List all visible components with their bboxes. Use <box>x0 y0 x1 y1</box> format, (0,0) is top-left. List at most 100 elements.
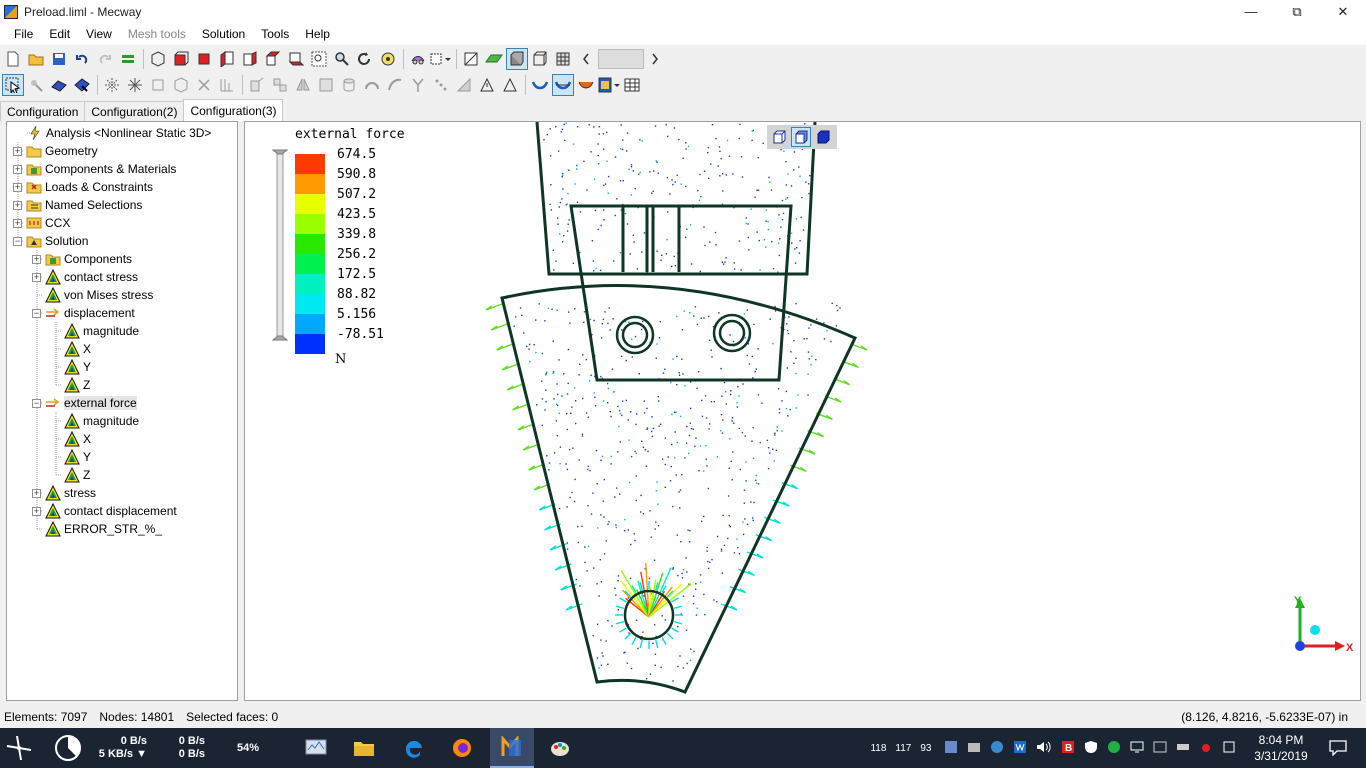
mecway-taskbar-app[interactable] <box>490 728 534 768</box>
cube-icon[interactable] <box>170 74 192 96</box>
edge-browser-app-icon[interactable] <box>394 728 434 768</box>
display-wireframe-icon[interactable] <box>529 48 551 70</box>
expand-icon[interactable]: + <box>32 488 41 498</box>
film-strip-dropdown-icon[interactable] <box>598 74 620 96</box>
tree-ext-y[interactable]: Y <box>64 448 91 466</box>
tree-solution[interactable]: − Solution <box>13 232 88 250</box>
tree-geometry[interactable]: + Geometry <box>13 142 98 160</box>
tree-disp-z[interactable]: Z <box>64 376 90 394</box>
tree-disp-y[interactable]: Y <box>64 358 91 376</box>
tree-external-force[interactable]: − external force <box>32 394 137 412</box>
mesh-tool-9-icon[interactable] <box>453 74 475 96</box>
revolve-icon[interactable] <box>361 74 383 96</box>
tree-disp-x[interactable]: X <box>64 340 91 358</box>
table-icon[interactable] <box>621 74 643 96</box>
select-face-icon[interactable] <box>48 74 70 96</box>
refine-icon[interactable] <box>216 74 238 96</box>
view-iso-icon[interactable] <box>147 48 169 70</box>
paint-app-icon[interactable] <box>540 728 580 768</box>
view-front-icon[interactable] <box>170 48 192 70</box>
menu-view[interactable]: View <box>78 27 120 41</box>
menu-solution[interactable]: Solution <box>194 27 253 41</box>
legend-slider[interactable] <box>271 148 289 344</box>
scroll-right-icon[interactable] <box>644 48 666 70</box>
view-wire-cube-icon[interactable] <box>769 127 789 147</box>
triangle-icon[interactable] <box>499 74 521 96</box>
tree-named-selections[interactable]: + Named Selections <box>13 196 142 214</box>
view-top-icon[interactable] <box>262 48 284 70</box>
mesh-tool-4-icon[interactable] <box>315 74 337 96</box>
display-mesh-icon[interactable] <box>552 48 574 70</box>
tab-configuration-2[interactable]: Configuration(2) <box>84 101 185 121</box>
menu-file[interactable]: File <box>6 27 41 41</box>
select-mode-dropdown-icon[interactable] <box>430 48 452 70</box>
expand-icon[interactable]: + <box>32 254 41 264</box>
expand-icon[interactable]: + <box>13 218 22 228</box>
delete-x-icon[interactable] <box>193 74 215 96</box>
open-folder-icon[interactable] <box>25 48 47 70</box>
expand-icon[interactable]: + <box>13 200 22 210</box>
tray-monitor-icon[interactable] <box>1130 740 1144 757</box>
collapse-icon[interactable]: − <box>13 236 22 246</box>
save-icon[interactable] <box>48 48 70 70</box>
expand-icon[interactable]: + <box>32 272 41 282</box>
tree-von-mises[interactable]: von Mises stress <box>45 286 153 304</box>
points-icon[interactable] <box>430 74 452 96</box>
collapse-icon[interactable]: − <box>32 308 41 318</box>
tree-ext-x[interactable]: X <box>64 430 91 448</box>
triangle-warning-icon[interactable] <box>476 74 498 96</box>
tray-app-icon[interactable] <box>944 740 958 757</box>
tree-ext-magnitude[interactable]: magnitude <box>64 412 139 430</box>
display-surface-icon[interactable] <box>483 48 505 70</box>
notification-icon[interactable] <box>1318 728 1358 768</box>
tray-green-check-icon[interactable] <box>1107 740 1121 757</box>
tray-b-icon[interactable]: B <box>1061 740 1075 757</box>
security-shield-icon[interactable] <box>1084 740 1098 757</box>
tree-ext-z[interactable]: Z <box>64 466 90 484</box>
mesh-tool-1-icon[interactable] <box>246 74 268 96</box>
tray-bug-icon[interactable] <box>1199 740 1213 757</box>
view-left-icon[interactable] <box>216 48 238 70</box>
zoom-box-icon[interactable] <box>308 48 330 70</box>
menu-edit[interactable]: Edit <box>41 27 78 41</box>
tab-configuration-1[interactable]: Configuration <box>0 101 86 121</box>
scroll-left-icon[interactable] <box>575 48 597 70</box>
tree-components-materials[interactable]: + Components & Materials <box>13 160 176 178</box>
mesh-view-icon[interactable] <box>407 48 429 70</box>
restore-button[interactable]: ⧉ <box>1274 0 1320 23</box>
shrink-icon[interactable] <box>124 74 146 96</box>
tree-stress[interactable]: + stress <box>32 484 96 502</box>
tray-drive-icon[interactable] <box>967 740 981 757</box>
expand-icon[interactable]: + <box>13 164 22 174</box>
view-right-icon[interactable] <box>239 48 261 70</box>
tray-network-icon[interactable] <box>990 740 1004 757</box>
tree-ccx[interactable]: + CCX <box>13 214 70 232</box>
redo-icon[interactable] <box>94 48 116 70</box>
taskbar-clock[interactable]: 8:04 PM 3/31/2019 <box>1246 728 1316 768</box>
tree-contact-stress[interactable]: + contact stress <box>32 268 138 286</box>
tree-solution-components[interactable]: + Components <box>32 250 132 268</box>
select-arrow-icon[interactable] <box>2 74 24 96</box>
expand-icon[interactable]: + <box>32 506 41 516</box>
cpu-gauge-icon[interactable] <box>52 728 84 768</box>
mesh-tool-2-icon[interactable] <box>269 74 291 96</box>
cylinder-icon[interactable] <box>338 74 360 96</box>
deformed-shape-icon[interactable] <box>529 74 551 96</box>
tree-loads-constraints[interactable]: + Loads & Constraints <box>13 178 153 196</box>
new-file-icon[interactable] <box>2 48 24 70</box>
task-manager-app-icon[interactable] <box>296 728 336 768</box>
mirror-icon[interactable] <box>292 74 314 96</box>
split-icon[interactable] <box>407 74 429 96</box>
model-tree[interactable]: Analysis <Nonlinear Static 3D> + Geometr… <box>6 121 238 701</box>
zoom-fit-icon[interactable] <box>377 48 399 70</box>
fe-model-graphic[interactable] <box>245 122 1361 701</box>
rotate-icon[interactable] <box>354 48 376 70</box>
select-node-icon[interactable] <box>25 74 47 96</box>
tree-contact-displacement[interactable]: + contact displacement <box>32 502 177 520</box>
display-nodes-icon[interactable] <box>460 48 482 70</box>
undo-icon[interactable] <box>71 48 93 70</box>
file-explorer-app-icon[interactable] <box>344 728 384 768</box>
volume-icon[interactable] <box>1036 740 1052 757</box>
model-viewport[interactable]: external force 674.5 590.8 507.2 423.5 339.8… <box>244 121 1361 701</box>
tree-disp-magnitude[interactable]: magnitude <box>64 322 139 340</box>
